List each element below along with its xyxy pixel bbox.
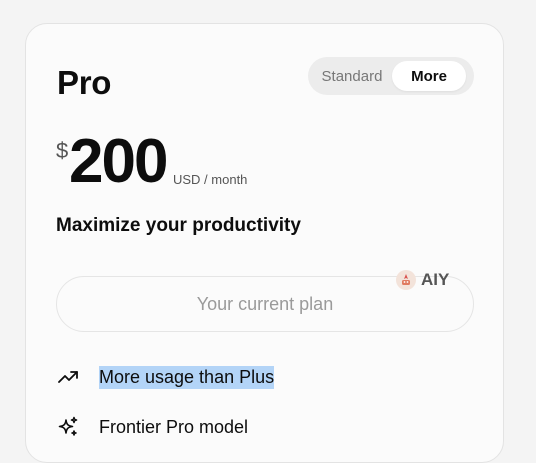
currency-symbol: $ <box>56 138 69 163</box>
aiy-logo-icon <box>396 270 416 290</box>
plan-tagline: Maximize your productivity <box>56 215 301 236</box>
plan-title: Pro <box>57 64 112 101</box>
current-plan-label: Your current plan <box>196 293 334 314</box>
feature-label: Frontier Pro model <box>99 416 249 437</box>
plan-card: Pro Standard More $ 200 USD / month Maxi… <box>25 23 504 463</box>
feature-label: More usage than Plus <box>99 365 275 389</box>
toggle-option-standard[interactable]: Standard <box>312 61 392 91</box>
feature-item: More usage than Plus <box>56 365 275 389</box>
sparkles-icon <box>56 415 80 439</box>
aiy-label: AIY <box>421 270 450 289</box>
price-period: USD / month <box>173 172 248 187</box>
price-amount: 200 <box>69 127 168 196</box>
toggle-option-more[interactable]: More <box>392 61 466 91</box>
plan-variant-toggle: Standard More <box>308 57 474 95</box>
aiy-badge[interactable]: AIY <box>396 270 449 290</box>
trend-up-icon <box>56 365 80 389</box>
feature-item: Frontier Pro model <box>56 415 248 439</box>
